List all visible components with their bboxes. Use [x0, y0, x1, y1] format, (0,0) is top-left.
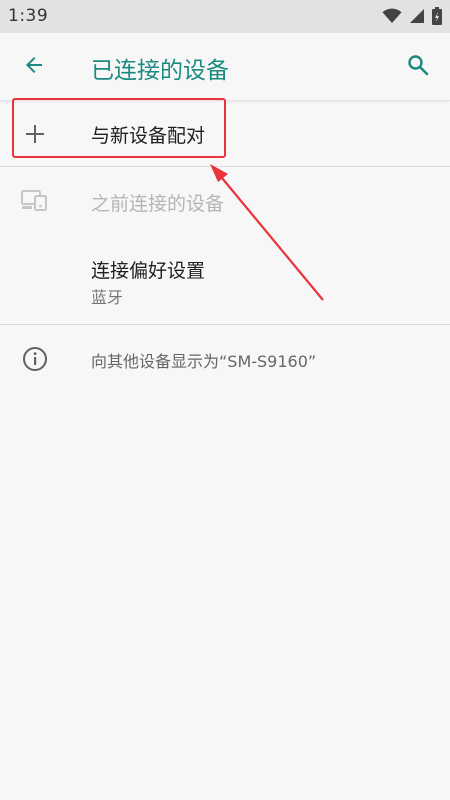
- connection-preferences-sublabel: 蓝牙: [91, 288, 124, 307]
- page-title: 已连接的设备: [91, 58, 229, 84]
- divider: [0, 166, 450, 167]
- highlight-annotation-box: [12, 98, 226, 158]
- signal-icon: [409, 8, 425, 28]
- device-visibility-label: 向其他设备显示为“SM-S9160”: [91, 352, 317, 371]
- status-bar: 1:39: [0, 0, 450, 33]
- search-button[interactable]: [398, 47, 438, 87]
- arrow-left-icon: [22, 53, 46, 81]
- connection-preferences-item[interactable]: 连接偏好设置 蓝牙: [0, 246, 450, 310]
- wifi-icon: [382, 8, 402, 28]
- devices-icon: [20, 185, 50, 215]
- status-time: 1:39: [8, 6, 49, 26]
- device-visibility-info: 向其他设备显示为“SM-S9160”: [0, 330, 450, 390]
- search-icon: [406, 53, 430, 81]
- info-icon: [20, 344, 50, 374]
- app-bar: 已连接的设备: [0, 33, 450, 101]
- battery-icon: [432, 7, 442, 29]
- status-icons: [382, 7, 442, 29]
- back-button[interactable]: [14, 47, 54, 87]
- previously-connected-devices-label: 之前连接的设备: [91, 193, 225, 215]
- connection-preferences-label: 连接偏好设置: [91, 260, 206, 282]
- previously-connected-devices-item[interactable]: 之前连接的设备: [0, 171, 450, 231]
- divider: [0, 324, 450, 325]
